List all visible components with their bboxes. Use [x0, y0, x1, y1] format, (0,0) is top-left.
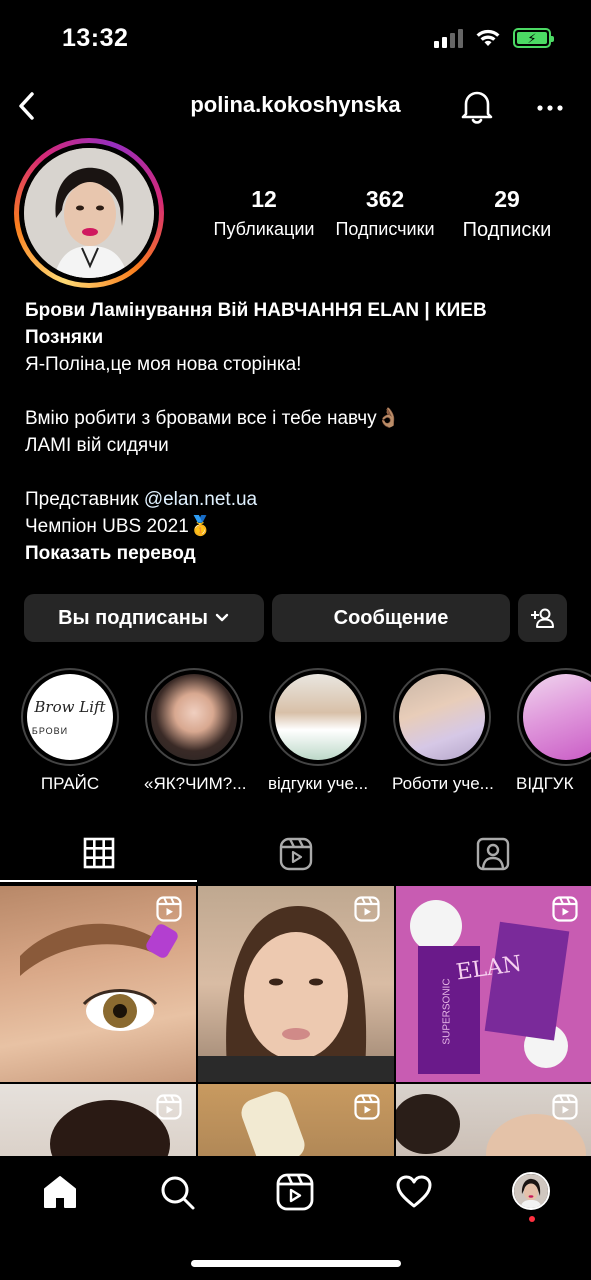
following-count-label: Подписки: [462, 219, 552, 241]
followers-count[interactable]: 362 Подписчики: [330, 186, 440, 240]
profile-avatar: [24, 148, 154, 278]
home-indicator: [191, 1260, 401, 1267]
notification-dot: [529, 1216, 535, 1222]
highlight-cover: [399, 674, 485, 760]
reels-icon[interactable]: [275, 1172, 315, 1212]
highlight-cover: [151, 674, 237, 760]
wifi-icon: [476, 29, 500, 46]
reels-icon: [279, 837, 312, 871]
battery-icon: ⚡: [513, 28, 554, 48]
grid-post[interactable]: [198, 1084, 394, 1166]
followers-count-label: Подписчики: [335, 219, 435, 239]
bio-line: ЛАМІ вій сидячи: [25, 435, 169, 456]
highlight-logo-text: Brow Lift: [34, 698, 106, 716]
following-count[interactable]: 29 Подписки: [454, 186, 560, 242]
following-button-label: Вы подписаны: [58, 606, 208, 629]
highlight-cover: [275, 674, 361, 760]
more-options-icon[interactable]: [530, 84, 570, 128]
reel-icon: [354, 896, 380, 922]
medal-emoji: 🥇: [188, 516, 213, 537]
posts-count[interactable]: 12 Публикации: [209, 186, 319, 240]
highlight-item[interactable]: Роботи уче...: [392, 668, 494, 794]
following-button[interactable]: Вы подписаны: [24, 594, 264, 642]
home-icon[interactable]: [40, 1172, 80, 1212]
highlight-item[interactable]: відгуки уче...: [268, 668, 368, 794]
highlight-cover: Brow Lift БРОВИ: [27, 674, 113, 760]
search-icon[interactable]: [157, 1172, 197, 1212]
highlight-label: відгуки уче...: [268, 774, 369, 793]
profile-display-name-line1: Брови Ламінування Вій НАВЧАННЯ ELAN | КИ…: [25, 300, 487, 321]
highlight-cover: [523, 674, 591, 760]
cellular-signal-icon: [434, 28, 463, 48]
highlight-label: Роботи уче...: [392, 774, 494, 793]
reel-icon: [552, 896, 578, 922]
profile-bio: Брови Ламінування Вій НАВЧАННЯ ELAN | КИ…: [25, 297, 570, 567]
show-translation-link[interactable]: Показать перевод: [25, 540, 570, 567]
bio-line: Я-Поліна,це моя нова сторінка!: [25, 354, 302, 375]
grid-post[interactable]: [0, 1084, 196, 1166]
bio-line: Представник @elan.net.ua: [25, 489, 258, 510]
reel-icon: [552, 1094, 578, 1120]
following-count-value: 29: [494, 186, 520, 212]
profile-username: polina.kokoshynska: [190, 92, 401, 117]
bio-line: Чемпіон UBS 2021🥇: [25, 516, 213, 537]
grid-post[interactable]: [396, 1084, 591, 1166]
reel-icon: [354, 1094, 380, 1120]
chevron-down-icon: [215, 613, 229, 622]
posts-count-value: 12: [251, 186, 277, 212]
message-button[interactable]: Сообщение: [272, 594, 510, 642]
profile-avatar-story-ring[interactable]: [14, 138, 164, 288]
status-icons: ⚡: [434, 28, 554, 48]
highlight-item[interactable]: ВІДГУК: [516, 668, 591, 794]
highlight-label: ВІДГУК: [516, 774, 574, 793]
grid-post[interactable]: ELAN SUPERSONIC: [396, 886, 591, 1082]
profile-tabs: [0, 826, 591, 886]
message-button-label: Сообщение: [333, 606, 449, 629]
mention-link[interactable]: @elan.net.ua: [144, 489, 257, 510]
story-highlights: Brow Lift БРОВИ ПРАЙС «ЯК?ЧИМ?... відгук…: [0, 668, 591, 798]
followers-count-value: 362: [365, 186, 405, 212]
grid-icon: [83, 837, 114, 869]
highlight-label: «ЯК?ЧИМ?...: [144, 774, 247, 793]
posts-count-label: Публикации: [213, 219, 315, 239]
add-person-icon: [530, 608, 554, 628]
profile-header: polina.kokoshynska: [0, 80, 591, 132]
tab-posts-grid[interactable]: [0, 826, 197, 882]
highlight-item[interactable]: «ЯК?ЧИМ?...: [144, 668, 247, 794]
suggested-people-button[interactable]: [518, 594, 567, 642]
tagged-person-icon: [476, 837, 509, 871]
reel-icon: [156, 1094, 182, 1120]
reel-icon: [156, 896, 182, 922]
tab-tagged[interactable]: [394, 826, 591, 882]
profile-avatar[interactable]: [512, 1172, 550, 1210]
posts-grid: ELAN SUPERSONIC: [0, 886, 591, 1166]
grid-post[interactable]: [198, 886, 394, 1082]
tab-reels[interactable]: [197, 826, 394, 882]
grid-post[interactable]: [0, 886, 196, 1082]
notification-bell-icon[interactable]: [458, 84, 496, 128]
highlight-item[interactable]: Brow Lift БРОВИ ПРАЙС: [20, 668, 120, 794]
highlight-logo-subtext: БРОВИ: [31, 726, 69, 736]
status-time: 13:32: [62, 24, 129, 52]
product-name-text: SUPERSONIC: [441, 978, 453, 1045]
bio-line: Вмію робити з бровами все і тебе навчу👌🏽: [25, 408, 401, 429]
profile-display-name-line2: Позняки: [25, 327, 104, 348]
highlight-label: ПРАЙС: [40, 774, 100, 793]
status-bar: 13:32 ⚡: [0, 0, 591, 80]
ok-hand-emoji: 👌🏽: [376, 408, 401, 429]
heart-icon[interactable]: [394, 1172, 434, 1212]
